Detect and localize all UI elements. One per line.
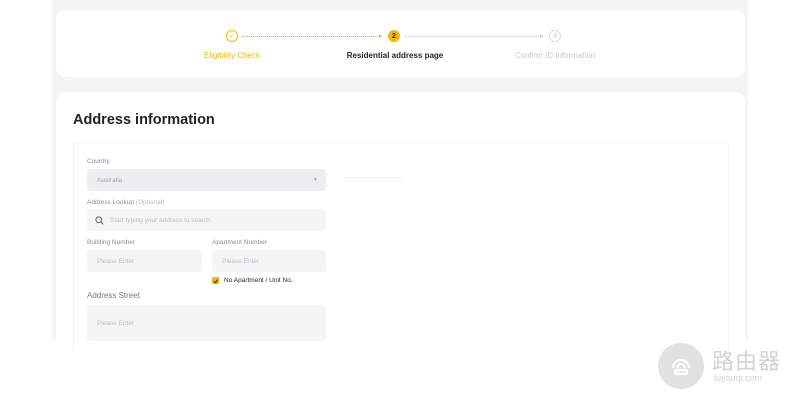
arrow-right-icon: ▸: [379, 33, 383, 40]
address-form: Country Australia ▼ Address Lookup (Opti…: [73, 142, 729, 353]
lookup-label: Address Lookup (Optional): [87, 199, 165, 206]
building-number-input[interactable]: Please Enter: [87, 250, 202, 272]
street-label: Address Street: [87, 291, 140, 300]
step-connector: [405, 36, 541, 37]
arrow-right-icon: ▸: [540, 33, 544, 40]
chevron-down-icon: ▼: [313, 177, 318, 183]
step-completed-icon: ✓: [226, 30, 238, 42]
page-title: Address information: [73, 112, 215, 128]
step-confirm-label: Confirm ID Information: [514, 51, 596, 60]
step-eligibility-label: Eligibility Check: [203, 51, 261, 60]
lookup-placeholder: Start typing your address to search: [110, 216, 211, 224]
step-residential-label: Residential address page: [346, 51, 444, 60]
address-street-input[interactable]: Please Enter: [87, 305, 326, 341]
country-select[interactable]: Australia ▼: [87, 169, 326, 191]
apartment-number-input[interactable]: Please Enter: [212, 250, 326, 272]
router-icon: [658, 343, 704, 389]
address-lookup-input[interactable]: Start typing your address to search: [87, 209, 326, 231]
no-apartment-label[interactable]: No Apartment / Unit No.: [224, 277, 293, 284]
address-card: Address information Country Australia ▼ …: [56, 92, 745, 353]
building-label: Building Number: [87, 239, 136, 246]
progress-stepper: ✓ Eligibility Check ▸ 2 Residential addr…: [56, 10, 745, 77]
country-value: Australia: [97, 176, 123, 184]
apartment-label: Apartment Number: [212, 239, 267, 246]
step-current-icon: 2: [388, 30, 400, 42]
checkmark-icon: [213, 278, 218, 283]
country-label: Country: [87, 158, 110, 165]
watermark-title: 路由器: [712, 349, 782, 374]
no-apartment-checkbox[interactable]: [212, 277, 219, 284]
watermark-logo: 路由器 luyouqi.com: [658, 343, 790, 393]
watermark-subtitle: luyouqi.com: [714, 373, 763, 383]
search-icon: [95, 215, 104, 225]
step-connector: [242, 36, 380, 37]
step-upcoming-icon: 3: [549, 30, 561, 42]
